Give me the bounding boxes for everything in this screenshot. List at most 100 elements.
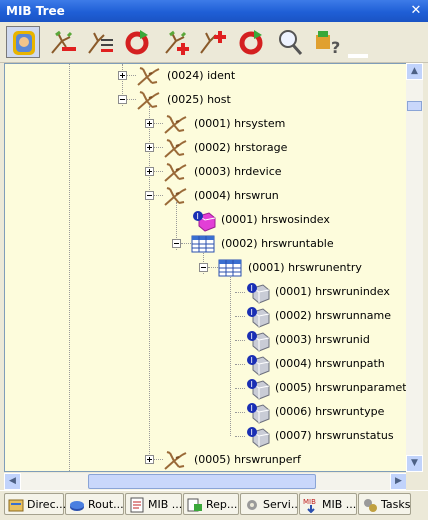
vertical-scrollbar[interactable]: ▲ ▼ — [406, 63, 423, 472]
refresh-button[interactable] — [120, 26, 154, 58]
column-object-icon: I — [245, 330, 271, 355]
tree-node[interactable]: (0001) hrswrunentry — [5, 257, 405, 279]
tree-node[interactable]: I (0002) hrswrunname — [5, 305, 405, 328]
search-button[interactable] — [272, 26, 306, 58]
remove-list-button[interactable] — [84, 26, 118, 58]
tree-node-label[interactable]: (0002) hrstorage — [194, 141, 287, 154]
tab-tasks[interactable]: Tasks — [358, 493, 411, 515]
scroll-left-button[interactable]: ◀ — [4, 473, 21, 490]
tree-branch-icon — [163, 162, 189, 185]
vertical-scroll-thumb[interactable] — [407, 101, 422, 111]
tree-remove-icon — [51, 30, 76, 54]
expand-node-button[interactable] — [145, 143, 154, 152]
expand-node-button[interactable] — [118, 71, 127, 80]
tree-node-label[interactable]: (0001) hrsystem — [194, 117, 285, 130]
tree-branch-icon — [163, 114, 189, 137]
tree-add-branch-icon — [200, 31, 226, 54]
user-agent-button[interactable] — [6, 26, 40, 58]
refresh-add-button[interactable] — [234, 26, 268, 58]
svg-text:I: I — [251, 380, 253, 389]
tree-node[interactable]: (0003) hrdevice — [5, 161, 405, 183]
bottom-tab-bar: Direc... Rout... MIB ... Rep... Servi... MIB M… — [0, 490, 428, 520]
column-object-icon: I — [245, 354, 271, 379]
scroll-right-button[interactable]: ▶ — [390, 473, 407, 490]
tree-guide-line — [154, 195, 163, 196]
svg-text:I: I — [251, 428, 253, 437]
svg-text:I: I — [251, 404, 253, 413]
mib-tree-view[interactable]: (0024) ident (0025) host (0001) hrsystem (0… — [4, 63, 407, 472]
add-branch-button[interactable] — [196, 26, 230, 58]
tree-list-remove-icon — [88, 32, 113, 54]
column-object-icon: I — [245, 282, 271, 307]
tree-node[interactable]: (0002) hrswruntable — [5, 233, 405, 255]
svg-text:I: I — [251, 284, 253, 293]
tree-guide-line — [127, 99, 136, 100]
tree-node-label[interactable]: (0001) hrswosindex — [221, 213, 330, 226]
horizontal-scrollbar[interactable]: ◀ ▶ — [4, 473, 407, 490]
tree-node-label[interactable]: (0002) hrswruntable — [221, 237, 334, 250]
tree-node-label[interactable]: (0005) hrswrunparameters — [275, 381, 406, 394]
tree-node[interactable]: I (0006) hrswruntype — [5, 401, 405, 424]
expand-node-button[interactable] — [145, 119, 154, 128]
tree-node[interactable]: I (0001) hrswrunindex — [5, 281, 405, 304]
tree-node[interactable]: (0025) host — [5, 89, 405, 111]
tree-node[interactable]: I (0007) hrswrunstatus — [5, 425, 405, 448]
tree-node-label[interactable]: (0001) hrswrunentry — [248, 261, 362, 274]
expand-node-button[interactable] — [145, 455, 154, 464]
scroll-down-button[interactable]: ▼ — [406, 455, 423, 472]
table-icon — [191, 234, 215, 257]
table-icon — [218, 258, 242, 281]
svg-text:MIB: MIB — [303, 498, 316, 506]
tree-node-label[interactable]: (0025) host — [167, 93, 231, 106]
tree-node-label[interactable]: (0001) hrswrunindex — [275, 285, 390, 298]
tree-node-label[interactable]: (0005) hrswrunperf — [194, 453, 301, 466]
search-magnifier-icon — [279, 30, 303, 55]
tree-node[interactable]: (0001) hrsystem — [5, 113, 405, 135]
tree-node[interactable]: (0005) hrswrunperf — [5, 449, 405, 471]
remove-node-button[interactable] — [46, 26, 80, 58]
tree-guide-line — [181, 243, 191, 244]
add-node-button[interactable] — [160, 26, 194, 58]
tab-directory[interactable]: Direc... — [4, 493, 66, 516]
tree-node[interactable]: I (0005) hrswrunparameters — [5, 377, 406, 400]
help-button[interactable]: ? — [312, 26, 346, 58]
scroll-up-button[interactable]: ▲ — [406, 63, 423, 80]
tree-node[interactable]: I (0004) hrswrunpath — [5, 353, 405, 376]
tree-node[interactable]: (0002) hrstorage — [5, 137, 405, 159]
tree-node[interactable]: (0004) hrswrun — [5, 185, 405, 207]
tab-mib[interactable]: MIB ... — [125, 493, 182, 515]
directory-icon — [8, 497, 24, 516]
collapse-node-button[interactable] — [118, 95, 127, 104]
mib-download-icon: MIB — [303, 497, 319, 516]
user-agent-icon — [13, 31, 35, 55]
tree-node[interactable]: I (0003) hrswrunid — [5, 329, 405, 352]
tree-node-label[interactable]: (0004) hrswrunpath — [275, 357, 385, 370]
svg-text:I: I — [197, 212, 199, 221]
collapse-node-button[interactable] — [172, 239, 181, 248]
horizontal-scroll-thumb[interactable] — [88, 474, 316, 489]
tree-node-label[interactable]: (0024) ident — [167, 69, 235, 82]
tab-services-gear[interactable]: Servi... — [240, 493, 301, 515]
tree-node-label[interactable]: (0002) hrswrunname — [275, 309, 391, 322]
tab-mib-download[interactable]: MIB MIB ... — [299, 493, 357, 515]
scrollbar-corner — [406, 473, 423, 490]
tree-node[interactable]: (0024) ident — [5, 65, 405, 87]
tree-node-label[interactable]: (0003) hrdevice — [194, 165, 282, 178]
close-button[interactable]: ✕ — [408, 3, 424, 19]
help-icon: ? — [316, 31, 340, 57]
svg-text:I: I — [251, 356, 253, 365]
tab-report[interactable]: Rep... — [183, 493, 239, 515]
expand-node-button[interactable] — [145, 167, 154, 176]
tab-router[interactable]: Rout... — [65, 493, 124, 515]
tab-label: Rep... — [206, 498, 238, 511]
refresh-add-icon — [239, 30, 263, 55]
svg-text:I: I — [251, 308, 253, 317]
tree-branch-icon — [163, 450, 189, 471]
tree-node-label[interactable]: (0003) hrswrunid — [275, 333, 370, 346]
tree-node[interactable]: I (0001) hrswosindex — [5, 209, 405, 232]
tree-node-label[interactable]: (0006) hrswruntype — [275, 405, 384, 418]
tree-node-label[interactable]: (0004) hrswrun — [194, 189, 279, 202]
collapse-node-button[interactable] — [145, 191, 154, 200]
tree-node-label[interactable]: (0007) hrswrunstatus — [275, 429, 394, 442]
collapse-node-button[interactable] — [199, 263, 208, 272]
